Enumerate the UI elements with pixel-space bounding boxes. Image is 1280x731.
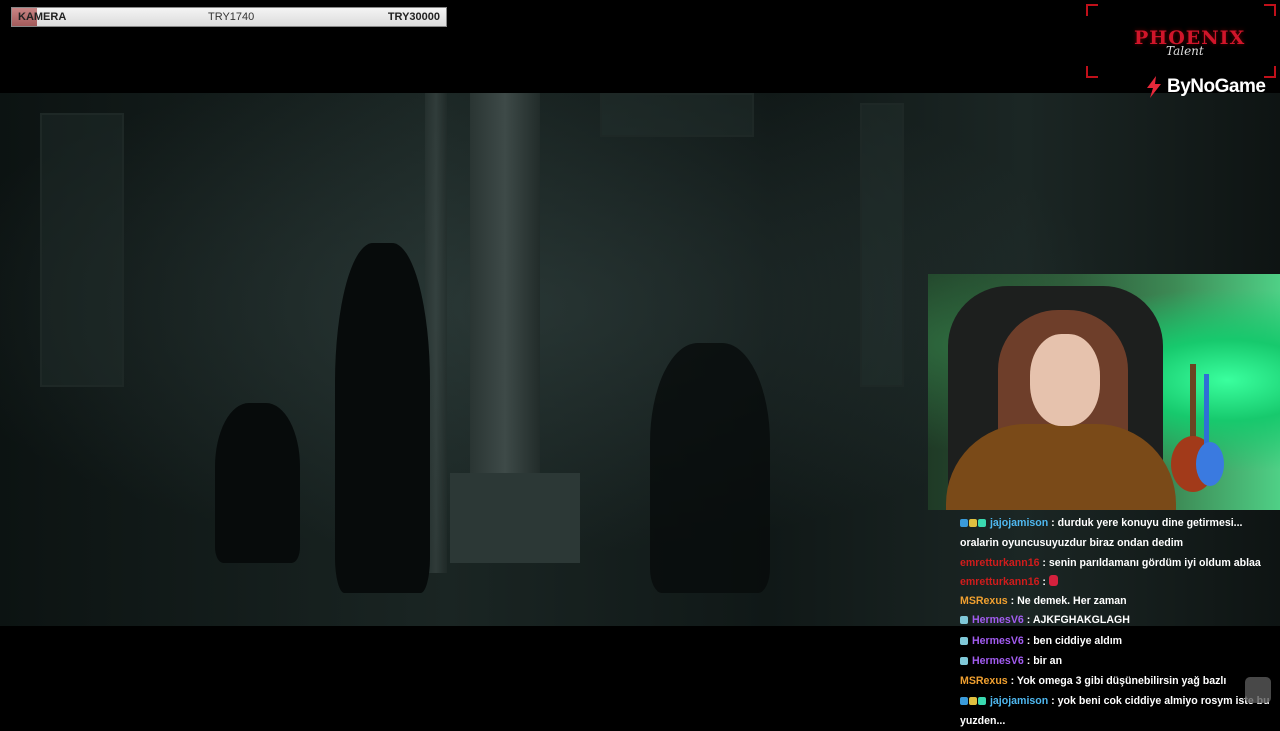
chat-message: MSRexus : Yok omega 3 gibi düşünebilirsi…: [960, 675, 1227, 688]
chat-text: Yok omega 3 gibi düşünebilirsin yağ bazl…: [1016, 675, 1227, 688]
chat-badges: [960, 633, 969, 652]
goal-current-amount: TRY1740: [208, 11, 255, 23]
badge-icon: [969, 519, 977, 527]
scene-figure: [215, 403, 300, 563]
badge-icon: [978, 519, 986, 527]
chat-username[interactable]: HermesV6: [972, 655, 1024, 667]
overlay-avatar-icon: [1245, 677, 1271, 703]
chat-emote-icon: [1048, 574, 1058, 586]
chat-username[interactable]: MSRexus: [960, 675, 1008, 687]
sponsor-name: ByNoGame: [1167, 76, 1266, 97]
chat-overlay: jajojamison : durduk yere konuyu dine ge…: [960, 514, 1278, 731]
chat-message: HermesV6 : AJKFGHAKGLAGH: [960, 611, 1278, 631]
badge-icon: [960, 616, 968, 625]
chat-message: jajojamison : durduk yere konuyu dine ge…: [960, 515, 1243, 550]
chat-username[interactable]: emretturkann16: [960, 557, 1039, 569]
chat-username[interactable]: HermesV6: [972, 614, 1024, 626]
goal-target-amount: TRY30000: [387, 11, 440, 23]
scene-figure: [335, 243, 430, 593]
chat-message: emretturkann16 :: [960, 573, 1278, 592]
badge-icon: [978, 696, 986, 705]
donation-goal-bar: KAMERA TRY1740 TRY30000: [11, 7, 447, 27]
chat-text: AJKFGHAKGLAGH: [1032, 614, 1130, 627]
chat-text: senin parıldamanı gördüm iyi oldum ablaa: [1048, 556, 1261, 569]
badge-icon: [960, 519, 968, 527]
chat-message: emretturkann16 : senin parıldamanı gördü…: [960, 556, 1261, 569]
chat-badges: [960, 515, 987, 534]
goal-label: KAMERA: [18, 11, 67, 23]
webcam-feed: [928, 274, 1280, 510]
chat-username[interactable]: MSRexus: [960, 595, 1008, 607]
chat-text: bir an: [1033, 655, 1063, 668]
chat-message: MSRexus : Ne demek. Her zaman: [960, 595, 1127, 608]
bynogame-icon: [1147, 76, 1161, 98]
chat-username[interactable]: emretturkann16: [960, 576, 1039, 588]
scene-figure: [650, 343, 770, 593]
scene-window: [600, 93, 754, 137]
scene-window: [40, 113, 124, 387]
chat-badges: [960, 693, 987, 712]
scene-steps: [450, 473, 580, 563]
chat-username[interactable]: HermesV6: [972, 635, 1024, 647]
badge-icon: [969, 696, 977, 705]
badge-icon: [960, 657, 968, 666]
chat-text: ben ciddiye aldım: [1033, 634, 1123, 647]
scene-window: [860, 103, 904, 387]
chat-badges: [960, 612, 969, 631]
sponsor-logo: ByNoGame: [1144, 76, 1266, 98]
chat-message: jajojamison : yok beni cok ciddiye almiy…: [960, 693, 1270, 727]
badge-icon: [960, 636, 968, 645]
badge-icon: [960, 696, 968, 705]
chat-message: HermesV6 : bir an: [960, 652, 1278, 672]
scene-pillar: [470, 93, 540, 513]
phoenix-logo-subtext: Talent: [1166, 44, 1204, 58]
chat-text: Ne demek. Her zaman: [1017, 595, 1127, 608]
chat-message: HermesV6 : ben ciddiye aldım: [960, 632, 1278, 652]
chat-username[interactable]: jajojamison: [990, 695, 1048, 707]
streamer-face: [1030, 334, 1100, 426]
guitar-icon: [1171, 364, 1224, 492]
chat-badges: [960, 653, 969, 672]
chat-username[interactable]: jajojamison: [990, 517, 1048, 529]
